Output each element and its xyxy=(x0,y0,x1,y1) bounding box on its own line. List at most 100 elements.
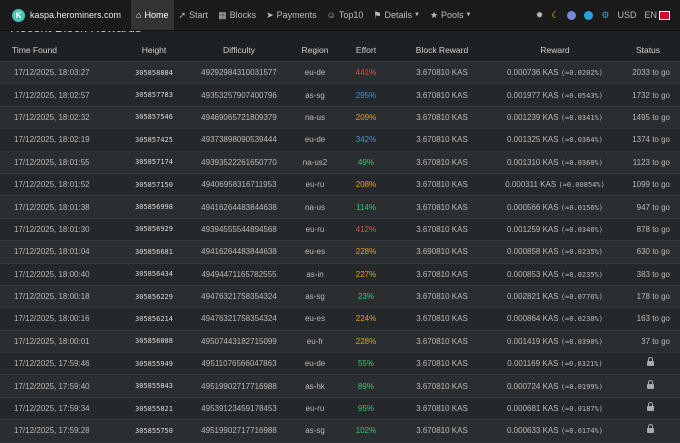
col-effort[interactable]: Effort xyxy=(342,39,390,62)
cell-effort: 89% xyxy=(342,374,390,398)
cell-region: as-in xyxy=(288,263,342,286)
cell-height[interactable]: 305856088 xyxy=(118,330,190,354)
cell-height[interactable]: 305856998 xyxy=(118,195,190,219)
cell-difficulty: 49394555544894568 xyxy=(190,218,288,242)
table-row[interactable]: 17/12/2025, 17:59:34 305855821 49539123459… xyxy=(0,397,680,421)
cell-height[interactable]: 305855949 xyxy=(118,352,190,376)
table-row[interactable]: 17/12/2025, 18:00:01 305856088 49507443182… xyxy=(0,330,680,354)
table-row[interactable]: 17/12/2025, 18:01:38 305856998 49416264483… xyxy=(0,195,680,219)
cell-height[interactable]: 305857150 xyxy=(118,173,190,197)
cell-height[interactable]: 305858884 xyxy=(118,61,190,85)
cell-block-reward: 3.670810 KAS xyxy=(390,285,494,309)
cell-block-reward: 3.670810 KAS xyxy=(390,83,494,107)
cell-reward: 0.001259 KAS (≈0.0346%) xyxy=(494,218,616,242)
cell-region: eu-ru xyxy=(288,173,342,197)
cell-height[interactable]: 305856229 xyxy=(118,285,190,309)
cell-status: 178 to go xyxy=(616,285,680,309)
cell-status: 1495 to go xyxy=(616,106,680,130)
language-selector[interactable]: EN xyxy=(644,10,670,20)
cell-effort: 102% xyxy=(342,419,390,443)
table-row[interactable]: 17/12/2025, 17:59:28 305855750 49519902717… xyxy=(0,419,680,443)
cell-reward: 0.001977 KAS (≈0.0543%) xyxy=(494,83,616,107)
cell-block-reward: 3.670810 KAS xyxy=(390,151,494,174)
reward-percent: (≈0.0543%) xyxy=(560,91,603,100)
cell-effort: 49% xyxy=(342,151,390,174)
kaspa-logo-icon: K xyxy=(12,8,25,22)
nav-pools[interactable]: ★ Pools ▼ xyxy=(425,0,477,30)
table-row[interactable]: 17/12/2025, 17:59:40 305855843 49519902717… xyxy=(0,374,680,398)
table-row[interactable]: 17/12/2025, 17:59:46 305855949 49511076566… xyxy=(0,352,680,376)
cell-time-found: 17/12/2025, 17:59:28 xyxy=(0,419,118,443)
reward-percent: (≈0.0390%) xyxy=(560,337,603,346)
reward-amount: 0.000681 KAS xyxy=(507,404,559,414)
cell-region: eu-fr xyxy=(288,330,342,354)
cell-region: eu-es xyxy=(288,307,342,331)
discord-icon[interactable] xyxy=(567,10,577,20)
brand-link[interactable]: K kaspa.herominers.com xyxy=(12,8,121,22)
reward-amount: 0.000724 KAS xyxy=(507,381,559,391)
nav-payments[interactable]: ➤ Payments xyxy=(261,0,322,30)
reward-amount: 0.001977 KAS xyxy=(507,90,559,100)
cell-height[interactable]: 305856434 xyxy=(118,263,190,286)
table-row[interactable]: 17/12/2025, 18:02:57 305857783 49353257907… xyxy=(0,83,680,107)
cell-height[interactable]: 305855843 xyxy=(118,374,190,398)
table-row[interactable]: 17/12/2025, 18:01:55 305857174 49393522261… xyxy=(0,151,680,174)
cell-status: 2033 to go xyxy=(616,61,680,85)
reward-percent: (≈0.0235%) xyxy=(560,270,603,279)
table-row[interactable]: 17/12/2025, 18:00:16 305856214 49476321758… xyxy=(0,307,680,331)
cell-block-reward: 3.670810 KAS xyxy=(390,195,494,219)
col-region[interactable]: Region xyxy=(288,39,342,62)
col-difficulty[interactable]: Difficulty xyxy=(190,39,288,62)
col-block-reward[interactable]: Block Reward xyxy=(390,39,494,62)
table-row[interactable]: 17/12/2025, 18:02:19 305857425 49373898090… xyxy=(0,128,680,152)
cell-height[interactable]: 305855750 xyxy=(118,419,190,443)
table-row[interactable]: 17/12/2025, 18:02:32 305857546 49469065721… xyxy=(0,106,680,130)
dark-mode-icon[interactable]: ☾ xyxy=(551,10,559,21)
reward-percent: (≈0.0202%) xyxy=(560,69,603,78)
cell-difficulty: 49416264483844638 xyxy=(190,240,288,264)
cell-height[interactable]: 305856681 xyxy=(118,240,190,264)
table-row[interactable]: 17/12/2025, 18:00:18 305856229 49476321758… xyxy=(0,285,680,309)
nav-start[interactable]: ➚ Start xyxy=(174,0,214,30)
nav-blocks[interactable]: ▦ Blocks xyxy=(213,0,261,30)
cell-effort: 228% xyxy=(342,330,390,354)
cell-block-reward: 3.670810 KAS xyxy=(390,352,494,376)
col-height[interactable]: Height xyxy=(118,39,190,62)
reward-percent: (≈0.0360%) xyxy=(560,158,603,167)
nav-home[interactable]: ⌂ Home xyxy=(131,0,174,30)
cell-status: 1123 to go xyxy=(616,151,680,174)
light-mode-icon[interactable]: ✹ xyxy=(536,10,544,21)
table-row[interactable]: 17/12/2025, 18:01:52 305857150 49406958316… xyxy=(0,173,680,197)
cell-block-reward: 3.670810 KAS xyxy=(390,173,494,197)
cell-region: na-us xyxy=(288,106,342,130)
table-row[interactable]: 17/12/2025, 18:01:30 305856929 49394555544… xyxy=(0,218,680,242)
table-row[interactable]: 17/12/2025, 18:00:40 305856434 49494471165… xyxy=(0,263,680,286)
cell-time-found: 17/12/2025, 18:00:40 xyxy=(0,263,118,286)
settings-gear-icon[interactable]: ⚙ xyxy=(601,10,609,21)
cell-status xyxy=(616,352,680,376)
cell-height[interactable]: 305857425 xyxy=(118,128,190,152)
cell-height[interactable]: 305857174 xyxy=(118,151,190,174)
cell-height[interactable]: 305857783 xyxy=(118,83,190,107)
col-reward[interactable]: Reward xyxy=(494,39,616,62)
col-time-found[interactable]: Time Found xyxy=(0,39,118,62)
cell-height[interactable]: 305857546 xyxy=(118,106,190,130)
nav-top10[interactable]: ☺ Top10 xyxy=(322,0,369,30)
table-row[interactable]: 17/12/2025, 18:01:04 305856681 49416264483… xyxy=(0,240,680,264)
cell-height[interactable]: 305856929 xyxy=(118,218,190,242)
cell-height[interactable]: 305856214 xyxy=(118,307,190,331)
table-row[interactable]: 17/12/2025, 18:03:27 305858884 49292984310… xyxy=(0,61,680,85)
navbar: K kaspa.herominers.com ⌂ Home ➚ Start ▦ … xyxy=(0,0,680,31)
cell-status: 878 to go xyxy=(616,218,680,242)
cell-height[interactable]: 305855821 xyxy=(118,397,190,421)
reward-percent: (≈0.0156%) xyxy=(560,203,603,212)
cell-effort: 441% xyxy=(342,61,390,85)
cell-region: na-us xyxy=(288,195,342,219)
cell-reward: 0.001310 KAS (≈0.0360%) xyxy=(494,151,616,174)
cell-effort: 295% xyxy=(342,83,390,107)
cell-time-found: 17/12/2025, 18:02:32 xyxy=(0,106,118,130)
telegram-icon[interactable] xyxy=(584,10,594,20)
nav-details[interactable]: ⚑ Details ▼ xyxy=(368,0,425,30)
col-status[interactable]: Status xyxy=(616,39,680,62)
currency-selector[interactable]: USD xyxy=(617,10,636,20)
